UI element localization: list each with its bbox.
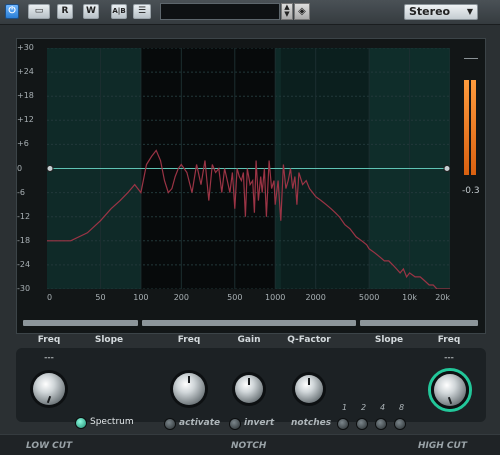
high-cut-section-label: HIGH CUT (418, 441, 467, 451)
notch-count-4-label: 4 (380, 403, 386, 412)
spectrum-toggle[interactable] (76, 418, 86, 428)
chevron-down-icon: ▼ (466, 7, 473, 16)
notch-q-factor-label: Q-Factor (287, 335, 331, 345)
notch-count-1-label: 1 (342, 403, 348, 412)
x-axis-label: 2000 (305, 293, 326, 302)
preset-stepper[interactable]: ▲ ▼ (281, 3, 293, 20)
notch-gain-label: Gain (237, 335, 261, 345)
x-axis-label: 1000 (265, 293, 286, 302)
low-cut-freq-value: --- (44, 353, 54, 363)
x-axis-label: 20k (435, 293, 450, 302)
y-axis-label: -24 (17, 259, 31, 269)
spectrum-label: Spectrum (90, 417, 134, 427)
x-axis-label: 50 (95, 293, 106, 302)
bypass-button[interactable]: ▭ (28, 4, 50, 19)
meter-peak-line (464, 58, 478, 59)
notch-activate-label: activate (179, 418, 221, 428)
x-axis-label: 200 (173, 293, 189, 302)
notch-section-label: NOTCH (231, 441, 267, 451)
notch-invert-label: invert (244, 418, 275, 428)
x-axis-label: 0 (47, 293, 53, 302)
preset-action-icon[interactable]: ◈ (294, 3, 310, 20)
y-axis-label: +30 (17, 43, 34, 52)
y-axis-label: +6 (17, 139, 29, 149)
meter-value: -0.3 (462, 186, 480, 196)
power-icon[interactable]: ⏻ (5, 4, 19, 19)
channel-select-value: Stereo (409, 5, 451, 18)
notch-count-1-button[interactable] (338, 419, 348, 429)
high-cut-slope-label: Slope (374, 335, 404, 345)
output-meter-left (464, 80, 469, 175)
low-cut-freq-knob[interactable] (33, 373, 65, 405)
x-axis-label: 5000 (358, 293, 380, 302)
notches-label: notches (291, 418, 332, 428)
y-axis-label: +24 (17, 67, 34, 77)
y-axis-label: -18 (17, 235, 31, 245)
y-axis-label: 0 (17, 163, 23, 173)
channel-select[interactable]: Stereo ▼ (404, 4, 478, 20)
notch-count-8-button[interactable] (395, 419, 405, 429)
ab-compare-button[interactable]: A|B (111, 4, 127, 19)
notch-freq-label: Freq (177, 335, 201, 345)
notch-count-8-label: 8 (399, 403, 405, 412)
x-axis-label: 10k (402, 293, 417, 302)
preset-field[interactable] (160, 3, 280, 20)
notch-gain-knob[interactable] (235, 375, 263, 403)
menu-button[interactable]: ☰ (133, 4, 151, 19)
output-meter-right (471, 80, 476, 175)
high-cut-freq-knob[interactable] (434, 374, 466, 406)
notch-q-factor-knob[interactable] (295, 375, 323, 403)
notch-range-bar (142, 320, 356, 326)
y-axis-label: -6 (17, 187, 25, 197)
notch-activate-toggle[interactable] (165, 419, 175, 429)
notch-invert-toggle[interactable] (230, 419, 240, 429)
low-cut-freq-label: Freq (37, 335, 61, 345)
high-cut-range-bar (360, 320, 478, 326)
notch-count-2-button[interactable] (357, 419, 367, 429)
notch-count-4-button[interactable] (376, 419, 386, 429)
spectrum-graph[interactable] (47, 48, 450, 289)
low-cut-slope-label: Slope (94, 335, 124, 345)
x-axis-label: 100 (133, 293, 149, 302)
y-axis-label: -12 (17, 211, 31, 221)
notch-freq-knob[interactable] (173, 373, 205, 405)
write-automation-button[interactable]: W (83, 4, 99, 19)
y-axis-label: +12 (17, 115, 34, 125)
read-automation-button[interactable]: R (57, 4, 73, 19)
toolbar: ⏻ ▭ R W A|B ☰ ▲ ▼ ◈ Stereo ▼ (0, 0, 500, 25)
low-cut-range-bar (23, 320, 138, 326)
y-axis-label: +18 (17, 91, 34, 101)
low-cut-section-label: LOW CUT (26, 441, 73, 451)
high-cut-freq-label: Freq (437, 335, 461, 345)
y-axis-label: -30 (17, 284, 31, 293)
high-cut-freq-value: --- (444, 353, 454, 363)
high-cut-handle[interactable] (443, 165, 450, 172)
low-cut-handle[interactable] (47, 165, 54, 172)
notch-count-2-label: 2 (361, 403, 367, 412)
x-axis-label: 500 (227, 293, 243, 302)
